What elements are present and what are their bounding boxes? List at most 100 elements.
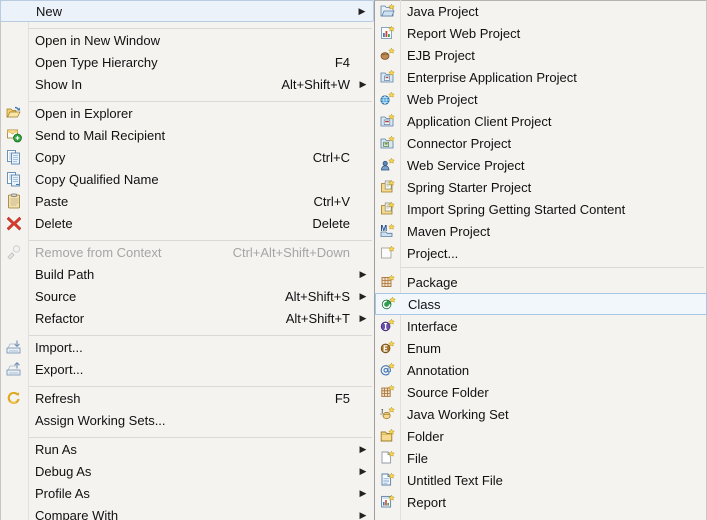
menu-item-delete[interactable]: Delete Delete [0, 212, 374, 234]
submenu-item-project[interactable]: Project... [375, 242, 707, 264]
submenu-item-label: Folder [407, 428, 444, 444]
menu-item-shortcut: Alt+Shift+S [284, 288, 350, 304]
spring-import-icon [375, 198, 400, 220]
submenu-item-label: Untitled Text File [407, 472, 503, 488]
export-icon [0, 358, 28, 380]
menu-item-build-path[interactable]: Build Path ▶ [0, 263, 374, 285]
submenu-arrow-icon: ▶ [359, 312, 367, 323]
submenu-item-enterprise-application-project[interactable]: Enterprise Application Project [375, 66, 707, 88]
folder-icon [375, 425, 400, 447]
menu-item-run-as[interactable]: Run As ▶ [0, 438, 374, 460]
menu-item-label: Build Path [35, 266, 95, 282]
menu-item-label: Compare With [35, 507, 119, 520]
menu-item-refactor[interactable]: Refactor Alt+Shift+T ▶ [0, 307, 374, 329]
submenu-item-java-project[interactable]: Java Project [375, 0, 707, 22]
menu-item-shortcut: F5 [334, 390, 350, 406]
submenu-item-label: Class [408, 296, 441, 312]
menu-item-compare-with[interactable]: Compare With ▶ [0, 504, 374, 520]
source-folder-icon [375, 381, 400, 403]
menu-item-open-in-new-window[interactable]: Open in New Window [0, 29, 374, 51]
submenu-item-list: Java Project Report Web Project EJB Projec… [375, 0, 707, 513]
submenu-arrow-icon: ▶ [359, 268, 367, 279]
menu-separator [0, 380, 374, 387]
submenu-item-java-working-set[interactable]: J Java Working Set [375, 403, 707, 425]
submenu-item-folder[interactable]: Folder [375, 425, 707, 447]
menu-item-source[interactable]: Source Alt+Shift+S ▶ [0, 285, 374, 307]
submenu-arrow-icon: ▶ [359, 78, 367, 89]
menu-item-copy[interactable]: Copy Ctrl+C [0, 146, 374, 168]
submenu-item-label: Web Project [407, 91, 478, 107]
menu-item-open-in-explorer[interactable]: Open in Explorer [0, 102, 374, 124]
menu-item-copy-qualified-name[interactable]: Copy Qualified Name [0, 168, 374, 190]
submenu-item-annotation[interactable]: Annotation [375, 359, 707, 381]
menu-separator [0, 22, 374, 29]
submenu-item-web-project[interactable]: Web Project [375, 88, 707, 110]
menu-item-debug-as[interactable]: Debug As ▶ [0, 460, 374, 482]
submenu-item-label: Report Web Project [407, 25, 521, 41]
submenu-item-label: Connector Project [407, 135, 512, 151]
menu-item-shortcut: Delete [312, 215, 350, 231]
submenu-item-report[interactable]: Report [375, 491, 707, 513]
menu-item-export[interactable]: Export... [0, 358, 374, 380]
menu-item-import[interactable]: Import... [0, 336, 374, 358]
submenu-item-label: Report [407, 494, 447, 510]
menu-item-label: Remove from Context [35, 244, 162, 260]
menu-item-show-in[interactable]: Show In Alt+Shift+W ▶ [0, 73, 374, 95]
menu-item-label: New [36, 3, 63, 19]
file-icon [375, 447, 400, 469]
submenu-item-web-service-project[interactable]: Web Service Project [375, 154, 707, 176]
class-icon [376, 293, 401, 315]
menu-item-icon-placeholder [1, 0, 29, 22]
menu-item-label: Refresh [35, 390, 81, 406]
submenu-item-enum[interactable]: Enum [375, 337, 707, 359]
submenu-item-label: Annotation [407, 362, 470, 378]
submenu-arrow-icon: ▶ [359, 290, 367, 301]
menu-item-icon-placeholder [0, 504, 28, 520]
menu-item-icon-placeholder [0, 438, 28, 460]
menu-item-paste[interactable]: Paste Ctrl+V [0, 190, 374, 212]
submenu-item-label: Java Working Set [407, 406, 509, 422]
submenu-item-source-folder[interactable]: Source Folder [375, 381, 707, 403]
submenu-arrow-icon: ▶ [358, 5, 366, 16]
menu-item-icon-placeholder [0, 409, 28, 431]
submenu-item-label: File [407, 450, 428, 466]
menu-item-icon-placeholder [0, 73, 28, 95]
context-menu-item-list: New ▶ Open in New Window Open Type Hierarch… [0, 0, 374, 520]
menu-item-icon-placeholder [0, 263, 28, 285]
submenu-item-label: Package [407, 274, 458, 290]
menu-item-label: Debug As [35, 463, 92, 479]
ejb-project-icon [375, 44, 400, 66]
submenu-item-spring-starter-project[interactable]: Spring Starter Project [375, 176, 707, 198]
submenu-item-report-web-project[interactable]: Report Web Project [375, 22, 707, 44]
menu-item-label: Delete [35, 215, 73, 231]
menu-item-new[interactable]: New ▶ [0, 0, 374, 22]
copy-icon [0, 146, 28, 168]
package-icon [375, 271, 400, 293]
submenu-arrow-icon: ▶ [359, 509, 367, 520]
submenu-item-connector-project[interactable]: Connector Project [375, 132, 707, 154]
menu-item-open-type-hierarchy[interactable]: Open Type Hierarchy F4 [0, 51, 374, 73]
submenu-item-ejb-project[interactable]: EJB Project [375, 44, 707, 66]
menu-item-send-to-mail-recipient[interactable]: Send to Mail Recipient [0, 124, 374, 146]
send-mail-icon [0, 124, 28, 146]
submenu-item-package[interactable]: Package [375, 271, 707, 293]
submenu-item-class[interactable]: Class [375, 293, 707, 315]
submenu-item-maven-project[interactable]: M Maven Project [375, 220, 707, 242]
submenu-item-import-spring-getting-started-content[interactable]: Import Spring Getting Started Content [375, 198, 707, 220]
submenu-item-label: Enum [407, 340, 441, 356]
menu-item-assign-working-sets[interactable]: Assign Working Sets... [0, 409, 374, 431]
submenu-item-application-client-project[interactable]: Application Client Project [375, 110, 707, 132]
open-folder-icon [0, 102, 28, 124]
remove-from-context-icon [0, 241, 28, 263]
submenu-item-interface[interactable]: Interface [375, 315, 707, 337]
menu-item-shortcut: Alt+Shift+T [285, 310, 350, 326]
menu-item-icon-placeholder [0, 460, 28, 482]
menu-item-label: Paste [35, 193, 69, 209]
submenu-item-label: EJB Project [407, 47, 475, 63]
menu-item-refresh[interactable]: Refresh F5 [0, 387, 374, 409]
new-submenu: Java Project Report Web Project EJB Projec… [375, 0, 707, 520]
menu-item-profile-as[interactable]: Profile As ▶ [0, 482, 374, 504]
submenu-item-file[interactable]: File [375, 447, 707, 469]
submenu-item-untitled-text-file[interactable]: Untitled Text File [375, 469, 707, 491]
menu-item-label: Copy [35, 149, 66, 165]
